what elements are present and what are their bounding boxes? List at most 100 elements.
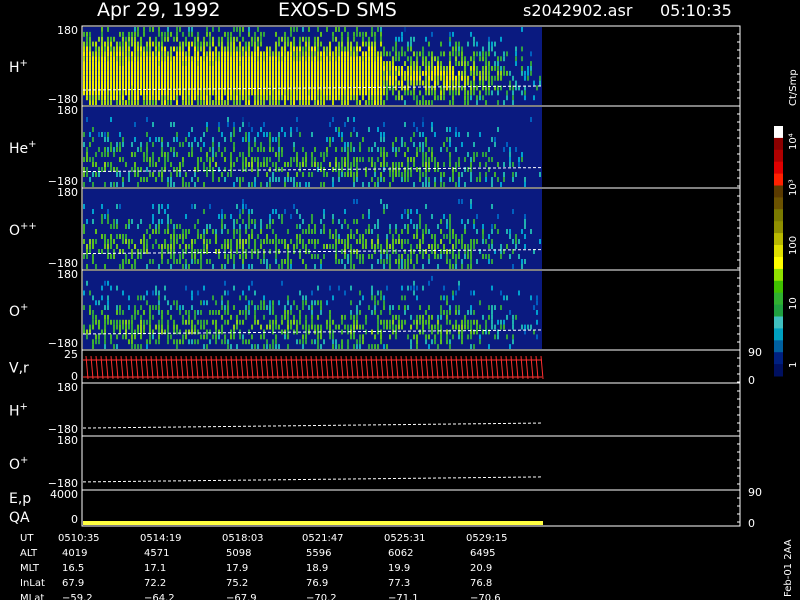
spectrogram-cell xyxy=(416,51,418,57)
spectrogram-cell xyxy=(230,132,232,137)
spectrogram-cell xyxy=(233,100,235,105)
spectrogram-cell xyxy=(452,95,454,101)
spectrogram-cell xyxy=(314,90,316,96)
spectrogram-cell xyxy=(428,334,430,340)
spectrogram-cell xyxy=(248,80,250,86)
spectrogram-cell xyxy=(146,249,148,254)
spectrogram-cell xyxy=(182,264,184,269)
spectrogram-cell xyxy=(209,90,211,96)
spectrogram-cell xyxy=(455,264,457,269)
spectrogram-cell xyxy=(119,310,121,315)
spectrogram-cell xyxy=(116,319,118,325)
spectrogram-cell xyxy=(260,100,262,105)
spectrogram-cell xyxy=(278,137,280,142)
spectrogram-cell xyxy=(380,329,382,335)
spectrogram-cell xyxy=(164,95,166,101)
spectrogram-cell xyxy=(206,172,208,177)
spectrogram-cell xyxy=(515,56,517,62)
spectrogram-cell xyxy=(302,27,304,32)
spectrogram-cell xyxy=(407,214,409,219)
spectrogram-cell xyxy=(242,95,244,101)
spectrogram-cell xyxy=(233,162,235,167)
spectrogram-cell xyxy=(341,249,343,254)
spectrogram-cell xyxy=(155,162,157,167)
spectrogram-cell xyxy=(179,46,181,52)
spectrogram-cell xyxy=(260,334,262,340)
spectrogram-cell xyxy=(224,75,226,81)
spectrogram-cell xyxy=(158,310,160,315)
spectrogram-cell xyxy=(419,75,421,81)
spectrogram-cell xyxy=(212,319,214,325)
spectrogram-cell xyxy=(281,167,283,172)
spectrogram-cell xyxy=(497,61,499,66)
spectrogram-cell xyxy=(452,31,454,37)
spectrogram-cell xyxy=(425,137,427,142)
spectrogram-cell xyxy=(155,239,157,244)
spectrogram-cell xyxy=(338,95,340,101)
table-cell: 4571 xyxy=(144,548,169,559)
spectrogram-cell xyxy=(152,27,154,32)
spectrogram-cell xyxy=(362,80,364,86)
spectrogram-cell xyxy=(320,310,322,315)
spectrogram-cell xyxy=(311,70,313,76)
spectrogram-cell xyxy=(206,90,208,96)
spectrogram-cell xyxy=(374,95,376,101)
panel-frame xyxy=(81,489,741,527)
spectrogram-cell xyxy=(422,229,424,234)
spectrogram-cell xyxy=(194,314,196,320)
spectrogram-cell xyxy=(296,117,298,122)
spectrogram-cell xyxy=(251,41,253,47)
spectrogram-cell xyxy=(443,85,445,91)
spectrogram-cell xyxy=(233,142,235,147)
spectrogram-cell xyxy=(143,51,145,57)
spectrogram-cell xyxy=(125,70,127,76)
spectrogram-cell xyxy=(365,41,367,47)
spectrogram-cell xyxy=(266,132,268,137)
spectrogram-cell xyxy=(338,56,340,62)
spectrogram-cell xyxy=(335,61,337,66)
spectrogram-cell xyxy=(383,319,385,325)
spectrogram-cell xyxy=(371,157,373,162)
spectrogram-cell xyxy=(359,300,361,306)
spectrogram-cell xyxy=(413,36,415,42)
spectrogram-cell xyxy=(431,85,433,91)
spectrogram-cell xyxy=(206,249,208,254)
spectrogram-cell xyxy=(305,264,307,269)
spectrogram-cell xyxy=(329,314,331,320)
spectrogram-cell xyxy=(383,167,385,172)
spectrogram-cell xyxy=(305,46,307,52)
spectrogram-cell xyxy=(347,61,349,66)
spectrogram-cell xyxy=(371,239,373,244)
spectrogram-cell xyxy=(314,339,316,345)
spectrogram-cell xyxy=(452,177,454,182)
spectrogram-cell xyxy=(278,264,280,269)
spectrogram-cell xyxy=(332,182,334,187)
spectrogram-cell xyxy=(104,152,106,157)
spectrogram-cell xyxy=(458,41,460,47)
spectrogram-cell xyxy=(404,249,406,254)
spectrogram-cell xyxy=(128,224,130,229)
spectrogram-cell xyxy=(260,95,262,101)
spectrogram-cell xyxy=(374,295,376,301)
spectrogram-cell xyxy=(101,310,103,315)
spectrogram-cell xyxy=(86,95,88,101)
spectrogram-cell xyxy=(413,75,415,81)
spectrogram-cell xyxy=(116,147,118,152)
spectrogram-cell xyxy=(386,259,388,264)
spectrogram-cell xyxy=(167,319,169,325)
spectrogram-cell xyxy=(236,70,238,76)
spectrogram-cell xyxy=(464,167,466,172)
spectrogram-cell xyxy=(302,100,304,105)
spectrogram-cell xyxy=(287,264,289,269)
spectrogram-cell xyxy=(185,285,187,291)
spectrogram-cell xyxy=(401,214,403,219)
spectrogram-cell xyxy=(215,239,217,244)
spectrogram-cell xyxy=(152,259,154,264)
spectrogram-cell xyxy=(413,61,415,66)
spectrogram-cell xyxy=(176,75,178,81)
spectrogram-cell xyxy=(161,167,163,172)
spectrogram-cell xyxy=(83,182,85,187)
spectrogram-cell xyxy=(182,314,184,320)
spectrogram-cell xyxy=(161,137,163,142)
spectrogram-cell xyxy=(479,51,481,57)
